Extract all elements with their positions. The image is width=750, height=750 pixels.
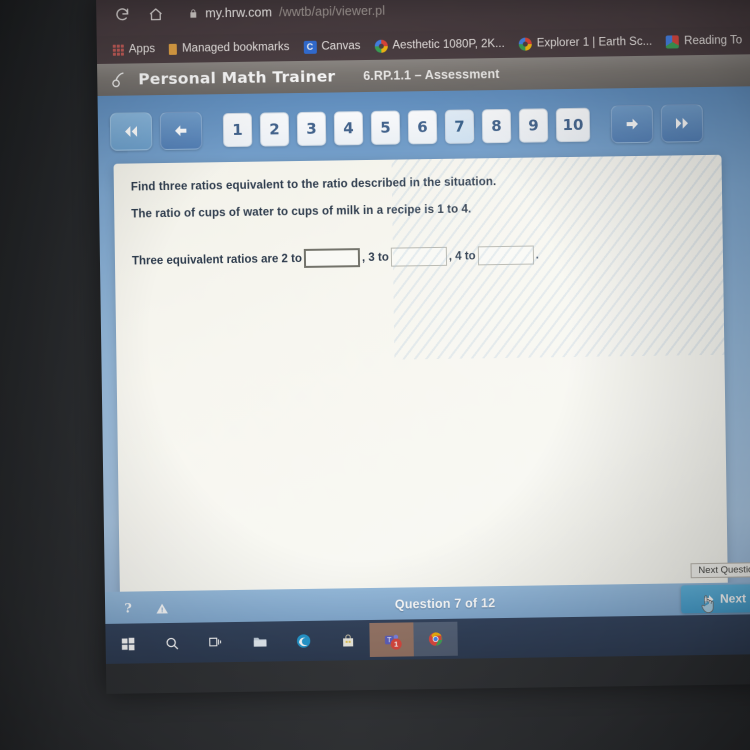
home-icon[interactable] (145, 4, 165, 24)
cherries-logo-icon (109, 70, 128, 89)
answer-lead-label: Three equivalent ratios are 2 to (131, 252, 303, 267)
google-icon (518, 37, 532, 51)
monitor-photo: my.hrw.com /wwtb/api/viewer.pl Apps Mana… (0, 0, 750, 750)
next-question-arrow-button[interactable] (610, 104, 654, 144)
app-body: 1 2 3 4 5 6 7 8 9 10 Find three ratios e… (97, 85, 750, 664)
question-number-4[interactable]: 4 (333, 111, 364, 146)
question-number-10[interactable]: 10 (555, 107, 591, 143)
question-situation: The ratio of cups of water to cups of mi… (131, 203, 472, 221)
task-view-icon (209, 637, 222, 647)
ratio-blank-2-input[interactable] (390, 246, 447, 267)
teams-badge: 1 (390, 638, 402, 650)
question-prompt: Find three ratios equivalent to the rati… (130, 176, 497, 194)
question-number-6[interactable]: 6 (407, 109, 438, 145)
reload-icon[interactable] (112, 4, 132, 24)
lock-icon (188, 7, 198, 19)
arrow-right-icon (704, 594, 714, 604)
bookmark-label: Apps (128, 43, 156, 56)
answer-period: . (535, 248, 539, 262)
store-bag-icon (342, 633, 353, 647)
next-question-tooltip: Next Question (690, 562, 750, 579)
bookmark-label: Canvas (321, 40, 361, 53)
reading-list-icon (666, 34, 680, 49)
next-button-group: Next Question Next (680, 562, 750, 614)
question-pager: 1 2 3 4 5 6 7 8 9 10 (98, 100, 750, 154)
question-card: Find three ratios equivalent to the rati… (113, 154, 729, 612)
chrome-button[interactable] (413, 621, 458, 657)
edge-icon (296, 634, 311, 648)
next-button-label: Next (719, 591, 747, 606)
file-explorer-button[interactable] (237, 624, 281, 659)
question-progress-label: Question 7 of 12 (394, 596, 496, 612)
chrome-icon (428, 632, 443, 646)
answer-separator-2: , 4 to (448, 249, 476, 263)
address-bar[interactable]: my.hrw.com /wwtb/api/viewer.pl (188, 4, 385, 21)
url-host: my.hrw.com (205, 5, 273, 21)
google-icon (374, 39, 388, 53)
magnifier-icon (165, 637, 178, 649)
question-number-5[interactable]: 5 (370, 110, 401, 145)
edge-button[interactable] (281, 624, 325, 659)
next-button[interactable]: Next (680, 584, 750, 614)
question-number-3[interactable]: 3 (296, 111, 327, 147)
question-number-9[interactable]: 9 (518, 108, 549, 143)
canvas-icon: C (303, 40, 317, 54)
app-subtitle: 6.RP.1.1 – Assessment (363, 67, 500, 84)
bookmark-label: Managed bookmarks (181, 41, 290, 55)
apps-grid-icon (112, 44, 124, 56)
question-number-8[interactable]: 8 (481, 108, 512, 144)
previous-question-button[interactable] (159, 111, 203, 151)
warning-triangle-icon[interactable] (151, 597, 173, 619)
store-button[interactable] (325, 623, 369, 658)
ratio-blank-3-input[interactable] (477, 245, 534, 266)
bookmark-canvas[interactable]: C Canvas (303, 40, 361, 54)
windows-logo-icon (121, 637, 134, 650)
question-number-7[interactable]: 7 (444, 109, 475, 144)
bookmark-label: Reading To (684, 34, 743, 48)
search-button[interactable] (149, 626, 193, 661)
url-path: /wwtb/api/viewer.pl (278, 3, 386, 20)
question-number-2[interactable]: 2 (259, 112, 290, 147)
bookmark-label: Explorer 1 | Earth Sc... (536, 35, 653, 50)
last-question-button[interactable] (660, 104, 704, 143)
bookmark-apps[interactable]: Apps (112, 43, 156, 56)
app-title: Personal Math Trainer (138, 67, 336, 89)
teams-button[interactable]: T 1 (369, 622, 414, 658)
ratio-blank-1-input[interactable] (303, 248, 361, 268)
question-mark-icon[interactable]: ? (117, 597, 139, 619)
bookmark-aesthetic[interactable]: Aesthetic 1080P, 2K... (374, 37, 505, 53)
folder-icon (168, 43, 178, 55)
screen-content: my.hrw.com /wwtb/api/viewer.pl Apps Mana… (96, 0, 750, 694)
bookmark-explorer[interactable]: Explorer 1 | Earth Sc... (518, 35, 653, 51)
first-question-button[interactable] (109, 112, 153, 151)
bookmark-label: Aesthetic 1080P, 2K... (392, 37, 505, 52)
answer-row: Three equivalent ratios are 2 to , 3 to … (132, 245, 539, 270)
bookmark-reading-list[interactable]: Reading To (666, 34, 743, 49)
task-view-button[interactable] (193, 625, 237, 660)
folder-icon (253, 637, 266, 647)
answer-separator-1: , 3 to (361, 251, 389, 264)
question-number-1[interactable]: 1 (222, 112, 253, 148)
start-button[interactable] (105, 626, 149, 661)
bookmark-managed-bookmarks[interactable]: Managed bookmarks (168, 41, 290, 55)
